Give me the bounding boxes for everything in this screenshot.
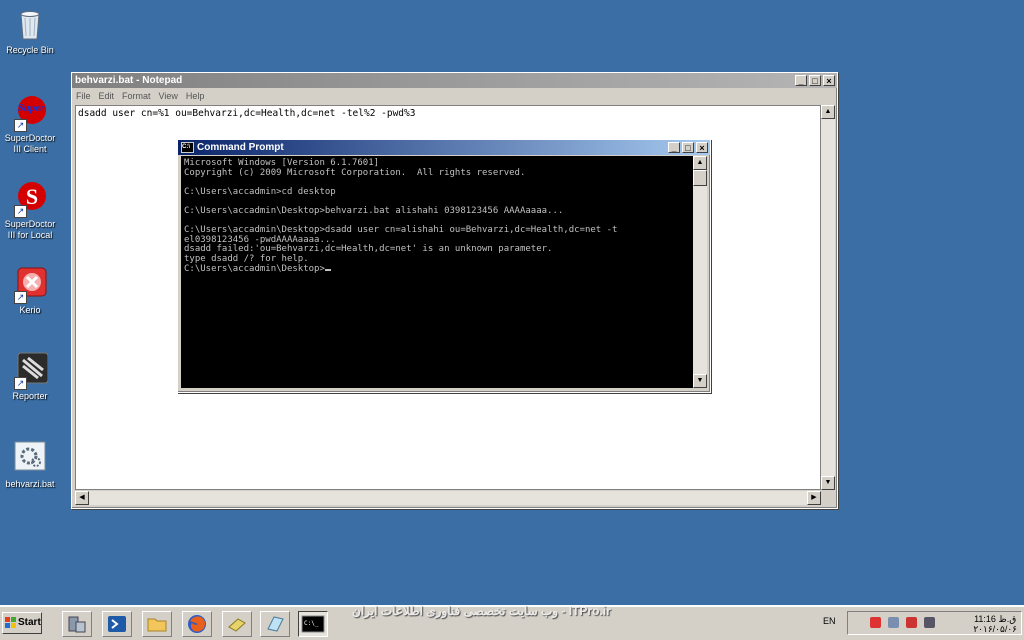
server-manager-button[interactable] — [62, 611, 92, 637]
clock[interactable]: 11:16 ق.ظ ۲۰۱۶/۰۵/۰۶ — [973, 614, 1017, 634]
notepad-vertical-scrollbar[interactable]: ▲ ▼ — [821, 105, 835, 490]
scroll-thumb[interactable] — [693, 170, 707, 186]
notes-icon — [228, 618, 246, 632]
taskbar: Start C:\_ وب سایت تخصصی فناوری اطلاعات … — [0, 604, 1024, 640]
desktop-icon-superdoctor-client[interactable]: Super ↗ SuperDoctor III Client — [4, 94, 56, 155]
shortcut-arrow-icon: ↗ — [14, 205, 27, 218]
desktop-icon-label: SuperDoctor III for Local — [4, 219, 56, 240]
firefox-icon — [188, 615, 206, 633]
language-indicator[interactable]: EN — [823, 616, 836, 626]
desktop-icon-label: Kerio — [19, 305, 41, 315]
scroll-left-button[interactable]: ◀ — [75, 491, 89, 505]
start-label: Start — [18, 617, 41, 628]
scroll-down-button[interactable]: ▼ — [693, 374, 707, 388]
cmd-app-icon: C:\ — [181, 142, 194, 153]
console-line: C:\Users\accadmin\Desktop>behvarzi.bat a… — [184, 205, 564, 216]
superdoctor-local-icon: S ↗ — [12, 180, 48, 218]
windows-logo-icon — [5, 617, 16, 628]
shortcut-arrow-icon: ↗ — [14, 291, 27, 304]
powershell-icon — [108, 616, 126, 632]
shortcut-arrow-icon: ↗ — [14, 377, 27, 390]
powershell-button[interactable] — [102, 611, 132, 637]
reporter-icon: ↗ — [12, 352, 49, 390]
desktop-icon-label: behvarzi.bat — [5, 479, 55, 489]
desktop-icon-reporter[interactable]: ↗ Reporter — [4, 352, 56, 402]
svg-text:Super: Super — [18, 102, 46, 114]
cmd-window[interactable]: C:\ Command Prompt _ □ × Microsoft Windo… — [177, 139, 711, 393]
watermark-text: وب سایت تخصصی فناوری اطلاعات ایران - ITP… — [352, 604, 611, 618]
console-prompt-line: C:\Users\accadmin\Desktop> — [184, 263, 690, 275]
recycle-bin-icon — [12, 6, 48, 42]
desktop-icon-label: Recycle Bin — [6, 45, 54, 55]
desktop-icon-recycle-bin[interactable]: Recycle Bin — [4, 6, 56, 56]
shortcut-arrow-icon: ↗ — [14, 119, 27, 132]
console-line: C:\Users\accadmin>cd desktop — [184, 186, 336, 197]
start-button[interactable]: Start — [2, 612, 42, 634]
svg-text:S: S — [26, 184, 38, 209]
cmd-taskbar-button[interactable]: C:\_ — [298, 611, 328, 637]
notes-button[interactable] — [222, 611, 252, 637]
server-manager-icon — [68, 616, 86, 633]
close-button[interactable]: × — [823, 75, 835, 86]
clock-time: 11:16 ق.ظ — [974, 614, 1017, 624]
text-cursor — [324, 268, 331, 271]
cmd-title: Command Prompt — [197, 142, 284, 153]
desktop-icon-behvarzi-bat[interactable]: behvarzi.bat — [4, 440, 56, 490]
scroll-up-button[interactable]: ▲ — [821, 105, 835, 119]
svg-text:C:\_: C:\_ — [304, 620, 319, 627]
minimize-button[interactable]: _ — [795, 75, 807, 86]
command-prompt-icon: C:\_ — [301, 615, 325, 633]
desktop-icon-label: Reporter — [12, 391, 48, 401]
batch-file-icon — [12, 440, 48, 476]
menu-edit[interactable]: Edit — [99, 91, 115, 101]
menu-file[interactable]: File — [76, 91, 91, 101]
maximize-button[interactable]: □ — [682, 142, 694, 153]
explorer-button[interactable] — [142, 611, 172, 637]
system-tray: EN 11:16 ق.ظ ۲۰۱۶/۰۵/۰۶ — [823, 611, 1022, 635]
resize-grip[interactable] — [821, 491, 835, 505]
notepad-title: behvarzi.bat - Notepad — [75, 75, 183, 86]
maximize-button[interactable]: □ — [809, 75, 821, 86]
console-prompt: C:\Users\accadmin\Desktop> — [184, 263, 325, 274]
scroll-right-button[interactable]: ▶ — [807, 491, 821, 505]
menu-help[interactable]: Help — [186, 91, 205, 101]
tray-kerio-icon[interactable] — [870, 617, 881, 628]
desktop-icon-label: SuperDoctor III Client — [4, 133, 56, 154]
scroll-up-button[interactable]: ▲ — [693, 156, 707, 170]
notepad-taskbar-button[interactable] — [260, 611, 290, 637]
menu-format[interactable]: Format — [122, 91, 151, 101]
firefox-button[interactable] — [182, 611, 212, 637]
console-line: Copyright (c) 2009 Microsoft Corporation… — [184, 167, 526, 178]
cmd-titlebar[interactable]: C:\ Command Prompt _ □ × — [178, 140, 710, 155]
tray-network-icon[interactable] — [888, 617, 899, 628]
clock-date: ۲۰۱۶/۰۵/۰۶ — [973, 624, 1017, 634]
close-button[interactable]: × — [696, 142, 708, 153]
superdoctor-icon: Super ↗ — [12, 94, 48, 132]
menu-view[interactable]: View — [159, 91, 178, 101]
notepad-menubar: File Edit Format View Help — [72, 88, 837, 104]
desktop-icon-kerio[interactable]: ↗ Kerio — [4, 266, 56, 316]
desktop-icon-superdoctor-local[interactable]: S ↗ SuperDoctor III for Local — [4, 180, 56, 241]
kerio-icon: ↗ — [12, 266, 48, 304]
tray-volume-icon[interactable] — [924, 617, 935, 628]
notepad-horizontal-scrollbar[interactable]: ◀ ▶ — [75, 491, 821, 505]
cmd-vertical-scrollbar[interactable]: ▲ ▼ — [693, 156, 707, 388]
folder-icon — [147, 618, 167, 632]
notepad-titlebar[interactable]: behvarzi.bat - Notepad _ □ × — [72, 73, 837, 88]
notepad-icon — [267, 616, 284, 632]
scroll-down-button[interactable]: ▼ — [821, 476, 835, 490]
cmd-console[interactable]: Microsoft Windows [Version 6.1.7601] Copy… — [181, 156, 693, 388]
minimize-button[interactable]: _ — [668, 142, 680, 153]
tray-flag-icon[interactable] — [906, 617, 917, 628]
